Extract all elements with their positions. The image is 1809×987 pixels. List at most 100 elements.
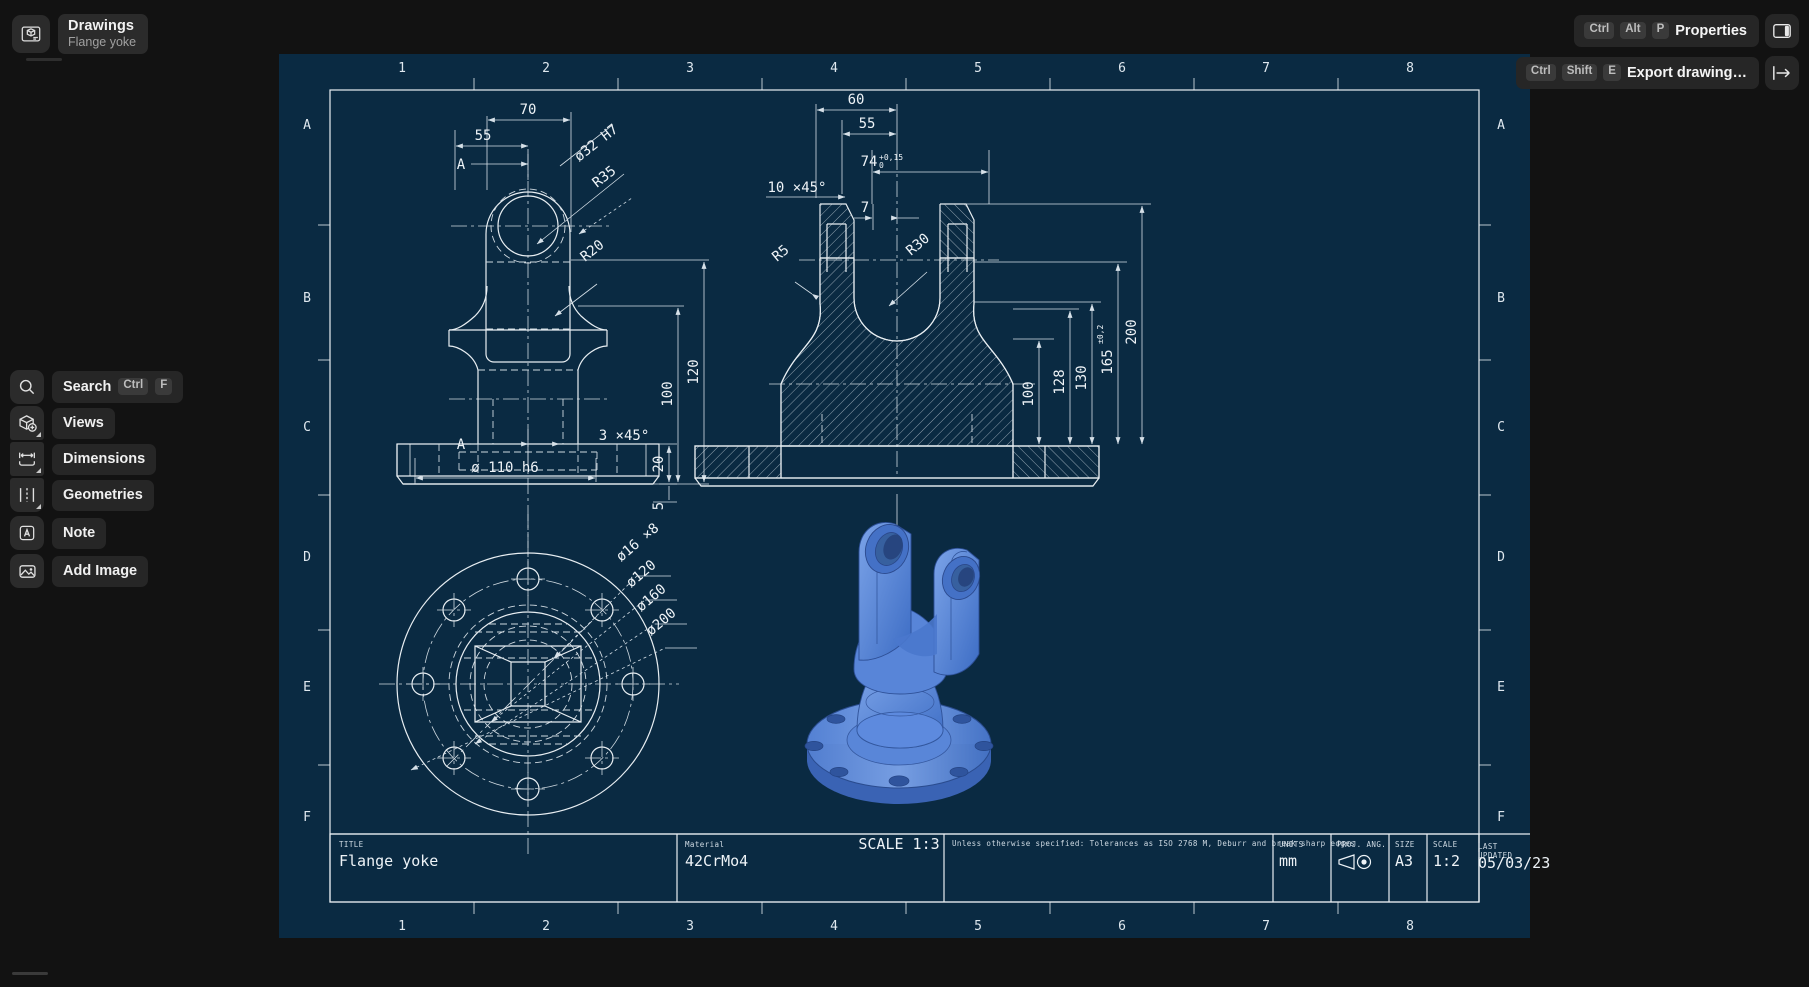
title-block-value-updated: 05/03/23 [1478, 854, 1550, 872]
geometries-label-button[interactable]: Geometries [52, 480, 154, 511]
text-note-icon [17, 523, 37, 543]
search-label: Search [63, 379, 111, 395]
dimension-icon [16, 448, 38, 470]
svg-text:F: F [1497, 810, 1505, 825]
app-badge: Drawings Flange yoke [12, 14, 148, 54]
export-drawing-icon-button[interactable] [1765, 56, 1799, 90]
title-block-label-size: SIZE [1395, 840, 1415, 849]
svg-text:A: A [1497, 118, 1505, 133]
search-key-ctrl: Ctrl [118, 378, 148, 395]
svg-text:1: 1 [398, 919, 406, 934]
svg-text:3: 3 [686, 919, 694, 934]
dim-128: 128 [1052, 369, 1068, 394]
svg-text:8: 8 [1406, 919, 1414, 934]
title-block-value-scale: 1:2 [1433, 852, 1460, 870]
svg-text:2: 2 [542, 61, 550, 76]
dimensions-label-button[interactable]: Dimensions [52, 444, 156, 475]
geometries-button[interactable] [10, 478, 44, 512]
dim-74-lower-tol: 0 [879, 161, 884, 170]
dim-7: 7 [861, 200, 869, 216]
tool-row-add-image: Add Image [10, 554, 183, 588]
geometry-icon [16, 484, 38, 506]
drawings-app-icon-button[interactable] [12, 15, 50, 53]
export-drawing-button[interactable]: Ctrl Shift E Export drawing… [1516, 57, 1759, 89]
dim-130: 130 [1074, 365, 1090, 390]
dim-70: 70 [520, 102, 537, 118]
dimensions-expand-corner[interactable] [36, 468, 41, 473]
image-icon [17, 561, 38, 582]
svg-text:7: 7 [1262, 61, 1270, 76]
svg-text:7: 7 [1262, 919, 1270, 934]
svg-text:C: C [1497, 420, 1505, 435]
search-label-button[interactable]: Search Ctrl F [52, 371, 183, 403]
dim-20: 20 [651, 456, 667, 473]
add-image-label-button[interactable]: Add Image [52, 556, 148, 587]
properties-panel-toggle[interactable] [1765, 14, 1799, 48]
dim-55-section: 55 [859, 116, 876, 132]
tool-row-search: Search Ctrl F [10, 370, 183, 404]
note-button[interactable] [10, 516, 44, 550]
iso-scale-label: SCALE 1:3 [858, 835, 939, 853]
export-drawing-label: Export drawing… [1627, 65, 1747, 81]
add-image-label: Add Image [63, 563, 137, 579]
dimensions-label: Dimensions [63, 451, 145, 467]
dim-60: 60 [848, 92, 865, 108]
tool-row-views: Views [10, 406, 183, 440]
export-key-ctrl: Ctrl [1526, 64, 1556, 81]
dimensions-button[interactable] [10, 442, 44, 476]
title-block-value-title: Flange yoke [339, 852, 438, 870]
title-block-value-size: A3 [1395, 852, 1413, 870]
tool-rail: Search Ctrl F Views [10, 370, 183, 588]
search-key-f: F [155, 378, 172, 395]
right-actions: Ctrl Alt P Properties Ctrl Shift E Expor… [1516, 14, 1799, 90]
properties-label: Properties [1675, 23, 1747, 39]
svg-text:B: B [303, 291, 311, 306]
section-mark-a-top: A [457, 157, 466, 173]
svg-text:A: A [303, 118, 311, 133]
svg-text:5: 5 [974, 919, 982, 934]
scroll-indicator-bottom[interactable] [12, 972, 48, 975]
properties-key-p: P [1652, 22, 1670, 39]
views-button[interactable] [10, 406, 44, 440]
tool-row-dimensions: Dimensions [10, 442, 183, 476]
svg-text:D: D [303, 550, 311, 565]
properties-button[interactable]: Ctrl Alt P Properties [1574, 15, 1759, 47]
svg-text:D: D [1497, 550, 1505, 565]
action-row-export: Ctrl Shift E Export drawing… [1516, 56, 1799, 90]
dim-120: 120 [686, 359, 702, 384]
panel-toggle-icon [1771, 21, 1793, 41]
search-icon [17, 377, 37, 397]
drawing-sheet[interactable]: .ln { stroke:#e8eef2; fill:none; stroke-… [279, 54, 1530, 938]
dim-165-tol: ±0,2 [1096, 325, 1105, 344]
scroll-indicator-top [26, 58, 62, 61]
dim-100-section: 100 [1021, 381, 1037, 406]
search-button[interactable] [10, 370, 44, 404]
section-mark-a-bottom: A [457, 437, 466, 453]
dim-165: 165 [1100, 349, 1116, 374]
views-label: Views [63, 415, 104, 431]
title-block-label-units: UNITS [1279, 840, 1304, 849]
dim-200: 200 [1124, 319, 1140, 344]
svg-text:5: 5 [974, 61, 982, 76]
add-view-icon [17, 413, 38, 434]
title-block-value-material: 42CrMo4 [685, 852, 748, 870]
export-key-e: E [1603, 64, 1621, 81]
add-image-button[interactable] [10, 554, 44, 588]
title-block-value-units: mm [1279, 852, 1297, 870]
properties-key-ctrl: Ctrl [1584, 22, 1614, 39]
app-subtitle: Flange yoke [68, 35, 136, 49]
title-block-label-proj: PROJ. ANG. [1337, 840, 1386, 849]
svg-text:4: 4 [830, 61, 838, 76]
tool-row-geometries: Geometries [10, 478, 183, 512]
dim-3x45: 3 ×45° [599, 428, 650, 444]
note-label-button[interactable]: Note [52, 518, 106, 549]
title-block-label-title: TITLE [339, 840, 364, 849]
title-block-label-scale: SCALE [1433, 840, 1458, 849]
views-label-button[interactable]: Views [52, 408, 115, 439]
dim-5: 5 [651, 502, 667, 510]
export-key-shift: Shift [1562, 64, 1598, 81]
dim-100: 100 [660, 381, 676, 406]
svg-text:F: F [303, 810, 311, 825]
views-expand-corner[interactable] [36, 432, 41, 437]
geometries-expand-corner[interactable] [36, 504, 41, 509]
